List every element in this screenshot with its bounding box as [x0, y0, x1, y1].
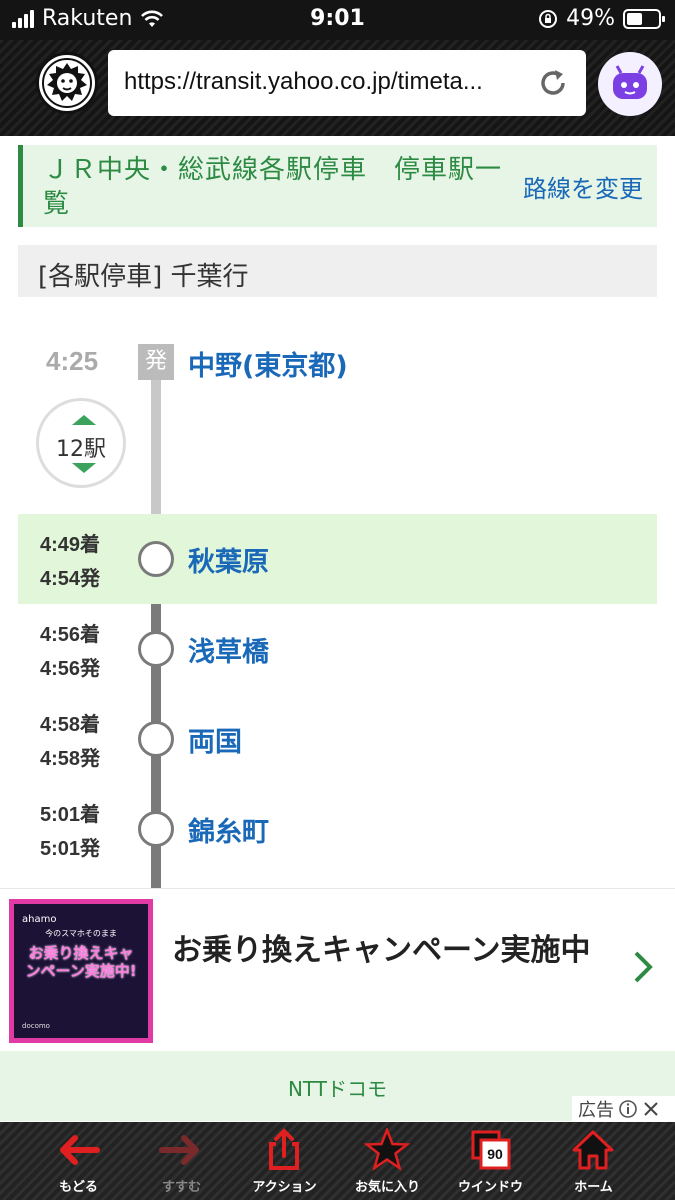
station-times: 4:58着 4:58発 [40, 708, 100, 776]
direction-text: [各駅停車] 千葉行 [38, 262, 249, 292]
arrival-time: 4:56着 [40, 624, 101, 646]
station-times: 5:01着 5:01発 [40, 798, 100, 866]
station-node-icon [138, 541, 174, 577]
address-bar[interactable]: https://transit.yahoo.co.jp/timeta... [108, 50, 586, 116]
action-label: アクション [252, 1180, 317, 1195]
ad-label[interactable]: 広告 [572, 1096, 675, 1122]
ad-title[interactable]: お乗り換えキャンペーン実施中 [172, 929, 612, 973]
ad-image-foot: docomo [22, 1022, 50, 1030]
bottom-toolbar: もどる すすむ アクション お気に入り 90 ウインドウ ホーム [0, 1122, 675, 1200]
ad-image-sub: 今のスマホそのまま [45, 929, 117, 938]
windows-button[interactable]: 90 ウインドウ [439, 1122, 542, 1200]
station-times: 4:56着 4:56発 [40, 618, 100, 686]
home-icon [572, 1130, 614, 1170]
back-arrow-icon [60, 1135, 100, 1165]
battery-icon [623, 8, 665, 29]
stop-timeline: 4:25 発 中野(東京都) 12駅 4:49着 4:54発 秋葉原 4:56着 4:5… [0, 320, 675, 890]
back-button[interactable]: もどる [27, 1122, 130, 1200]
route-title: ＪＲ中央・総武線各駅停車 停車駅一覧 [43, 155, 503, 219]
ad-label-text: 広告 [578, 1100, 614, 1121]
battery-percent: 49% [566, 6, 615, 31]
windows-icon: 90 [471, 1130, 511, 1170]
expand-down-icon [72, 463, 96, 473]
station-name[interactable]: 浅草橋 [188, 630, 269, 669]
station-name[interactable]: 両国 [188, 720, 242, 759]
station-node-icon [138, 811, 174, 847]
station-node-icon [138, 721, 174, 757]
windows-count: 90 [487, 1146, 503, 1162]
arrival-time: 4:49着 [40, 534, 101, 556]
station-name[interactable]: 錦糸町 [188, 810, 269, 849]
share-icon [269, 1128, 299, 1170]
home-label: ホーム [574, 1180, 613, 1195]
direction-bar: [各駅停車] 千葉行 [18, 245, 657, 297]
change-route-link[interactable]: 路線を変更 [523, 169, 643, 204]
station-name[interactable]: 秋葉原 [188, 540, 269, 579]
arrival-time: 5:01着 [40, 804, 101, 826]
forward-button[interactable]: すすむ [130, 1122, 233, 1200]
route-header: ＪＲ中央・総武線各駅停車 停車駅一覧 路線を変更 [18, 145, 657, 227]
url-text: https://transit.yahoo.co.jp/timeta... [124, 68, 483, 95]
ad-close-icon[interactable] [642, 1100, 660, 1118]
departure-time: 5:01発 [40, 838, 101, 860]
arrival-time: 4:58着 [40, 714, 101, 736]
ad-image-headline: お乗り換えキャンペーン実施中! [25, 944, 137, 980]
stop-count-toggle[interactable]: 12駅 [36, 398, 126, 488]
assistant-bot-icon[interactable] [598, 52, 662, 116]
favorites-label: お気に入り [354, 1180, 420, 1195]
orientation-lock-icon [539, 9, 558, 28]
station-times: 4:49着 4:54発 [40, 528, 100, 596]
station-row[interactable]: 4:49着 4:54発 秋葉原 [18, 514, 657, 604]
browser-toolbar: https://transit.yahoo.co.jp/timeta... [0, 40, 675, 136]
lion-logo-icon[interactable] [36, 52, 98, 114]
departure-time: 4:58発 [40, 748, 101, 770]
chevron-right-icon[interactable] [628, 947, 658, 987]
expand-up-icon [72, 415, 96, 425]
departure-badge: 発 [138, 344, 174, 380]
station-row[interactable]: 5:01着 5:01発 錦糸町 [0, 784, 675, 874]
star-icon [363, 1128, 411, 1171]
status-bar: Rakuten 9:01 49% [0, 0, 675, 40]
forward-label: すすむ [161, 1180, 201, 1195]
ad-image-brand: ahamo [22, 914, 57, 925]
station-row[interactable]: 4:56着 4:56発 浅草橋 [0, 604, 675, 694]
action-button[interactable]: アクション [233, 1122, 336, 1200]
departure-time: 4:25 [46, 346, 99, 376]
ad-info-icon[interactable] [618, 1099, 638, 1119]
station-row[interactable]: 4:58着 4:58発 両国 [0, 694, 675, 784]
station-node-icon [138, 631, 174, 667]
advertisement[interactable]: ahamo 今のスマホそのまま お乗り換えキャンペーン実施中! docomo お… [0, 888, 675, 1121]
back-label: もどる [59, 1180, 98, 1195]
windows-label: ウインドウ [457, 1180, 523, 1195]
favorites-button[interactable]: お気に入り [336, 1122, 439, 1200]
departure-time: 4:56発 [40, 658, 101, 680]
home-button[interactable]: ホーム [542, 1122, 645, 1200]
reload-icon[interactable] [536, 66, 570, 100]
stop-count: 12駅 [56, 437, 106, 462]
departure-station[interactable]: 中野(東京都) [188, 344, 348, 383]
departure-time: 4:54発 [40, 568, 101, 590]
ad-image[interactable]: ahamo 今のスマホそのまま お乗り換えキャンペーン実施中! docomo [9, 899, 153, 1043]
forward-arrow-icon [159, 1135, 199, 1165]
